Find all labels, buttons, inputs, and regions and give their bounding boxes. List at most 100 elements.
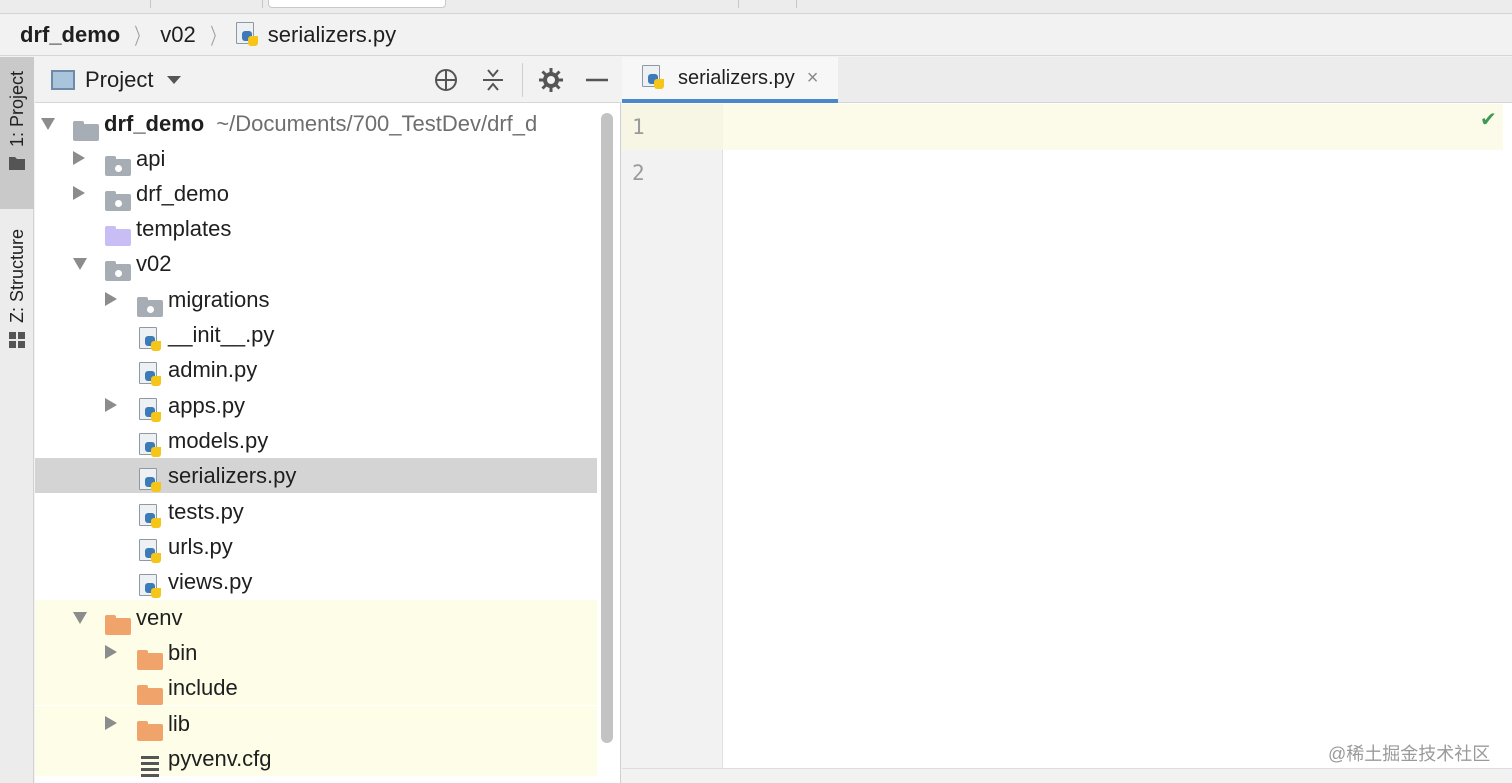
python-file-icon — [139, 503, 165, 530]
toolbar-separator — [796, 0, 797, 8]
toolbar-separator — [262, 0, 263, 8]
excluded-folder-icon — [105, 614, 131, 635]
python-file-icon — [642, 65, 668, 91]
tree-item-label: models.py — [168, 427, 269, 453]
tree-item-label: templates — [136, 215, 232, 241]
close-icon[interactable]: × — [807, 67, 819, 90]
tree-item-label: migrations — [168, 286, 270, 312]
collapse-arrow-icon[interactable] — [105, 398, 117, 412]
chevron-right-icon: 〉 — [134, 23, 148, 49]
run-config-selector[interactable] — [268, 0, 446, 8]
tree-item-label: admin.py — [168, 356, 258, 382]
tree-item[interactable]: templates — [35, 211, 597, 246]
breadcrumb-root[interactable]: drf_demo — [20, 22, 120, 48]
editor-area: serializers.py × 1 2 ✔ @稀土掘金技术社区 — [622, 57, 1512, 783]
line-number-gutter — [622, 104, 723, 768]
excluded-folder-icon — [137, 684, 163, 705]
python-file-icon — [139, 326, 165, 353]
tree-root-row[interactable]: drf_demo ~/Documents/700_TestDev/drf_d — [35, 106, 597, 141]
breadcrumb-file-label: serializers.py — [267, 21, 397, 47]
breadcrumb-folder[interactable]: v02 — [160, 22, 195, 48]
tree-item[interactable]: api — [35, 141, 597, 176]
current-line-highlight[interactable] — [723, 104, 1503, 150]
tree-item-excluded[interactable]: pyvenv.cfg — [35, 741, 597, 777]
breadcrumb-file[interactable]: serializers.py — [235, 21, 397, 48]
tree-scrollbar[interactable] — [601, 113, 613, 743]
package-folder-icon — [105, 190, 131, 211]
tree-item-excluded[interactable]: include — [35, 670, 597, 705]
python-file-icon — [139, 467, 165, 494]
tree-item-label: v02 — [136, 250, 172, 276]
tree-item-excluded[interactable]: bin — [35, 635, 597, 670]
python-file-icon — [139, 573, 165, 600]
python-file-icon — [139, 432, 165, 459]
collapse-arrow-icon[interactable] — [73, 186, 85, 200]
tree-item[interactable]: migrations — [35, 282, 597, 317]
collapse-arrow-icon[interactable] — [73, 151, 85, 165]
expand-arrow-icon[interactable] — [41, 118, 55, 130]
project-tool-button[interactable]: 1: Project — [0, 57, 34, 209]
folder-icon — [9, 157, 25, 171]
tree-item-excluded[interactable]: lib — [35, 706, 597, 741]
watermark: @稀土掘金技术社区 — [1328, 744, 1491, 764]
tree-item-label: urls.py — [168, 533, 233, 559]
tree-item[interactable]: drf_demo — [35, 176, 597, 211]
editor-tab-label: serializers.py — [678, 66, 795, 89]
header-separator — [522, 63, 523, 97]
collapse-all-icon[interactable] — [480, 67, 506, 93]
tree-item-label: api — [136, 145, 166, 171]
tree-item[interactable]: urls.py — [35, 529, 597, 564]
structure-icon — [9, 332, 25, 349]
editor-tab-bar: serializers.py × — [622, 57, 1512, 103]
line-number: 1 — [632, 115, 645, 139]
editor-tab-serializers[interactable]: serializers.py × — [622, 57, 838, 103]
tree-item-label: bin — [168, 639, 198, 665]
project-view-selector[interactable]: Project — [51, 66, 182, 93]
package-folder-icon — [137, 296, 163, 317]
tree-item-excluded[interactable]: venv — [35, 600, 597, 635]
expand-arrow-icon[interactable] — [73, 258, 87, 270]
excluded-folder-icon — [137, 649, 163, 670]
editor-horizontal-scrollbar[interactable] — [622, 768, 1512, 783]
scrollbar-thumb[interactable] — [601, 113, 613, 743]
tree-item-label: apps.py — [168, 392, 246, 418]
collapse-arrow-icon[interactable] — [105, 716, 117, 730]
toolbar-separator — [738, 0, 739, 8]
python-file-icon — [139, 538, 165, 565]
tree-item-label: lib — [168, 710, 191, 736]
python-file-icon — [139, 397, 165, 424]
python-file-icon — [235, 21, 262, 48]
locate-icon[interactable] — [433, 67, 459, 93]
tree-item-label: drf_demo — [136, 180, 229, 206]
top-toolbar — [0, 0, 1512, 14]
tree-item[interactable]: apps.py — [35, 388, 597, 423]
tree-item[interactable]: __init__.py — [35, 317, 597, 352]
structure-tool-label: Z: Structure — [6, 229, 27, 324]
excluded-folder-icon — [137, 720, 163, 741]
project-panel-title: Project — [85, 66, 154, 92]
tree-item[interactable]: tests.py — [35, 494, 597, 529]
chevron-down-icon — [167, 75, 182, 84]
tree-item-label: tests.py — [168, 498, 244, 524]
structure-tool-button[interactable]: Z: Structure — [0, 225, 34, 375]
tree-item[interactable]: models.py — [35, 423, 597, 458]
tree-item-label: __init__.py — [168, 321, 275, 347]
project-view-icon — [51, 69, 75, 90]
gear-icon[interactable] — [538, 67, 564, 93]
tree-root-path: ~/Documents/700_TestDev/drf_d — [216, 110, 538, 136]
tree-item[interactable]: admin.py — [35, 352, 597, 387]
inspection-ok-icon[interactable]: ✔ — [1480, 107, 1497, 132]
python-file-icon — [139, 361, 165, 388]
tree-item-label: views.py — [168, 568, 253, 594]
project-tree: drf_demo ~/Documents/700_TestDev/drf_d ap… — [35, 104, 597, 783]
tree-item[interactable]: views.py — [35, 564, 597, 599]
hide-icon[interactable] — [584, 67, 610, 93]
collapse-arrow-icon[interactable] — [105, 292, 117, 306]
expand-arrow-icon[interactable] — [73, 612, 87, 624]
tree-item-selected[interactable]: serializers.py — [35, 458, 597, 493]
collapse-arrow-icon[interactable] — [105, 645, 117, 659]
tree-item-label: pyvenv.cfg — [168, 745, 272, 771]
toolbar-separator — [150, 0, 151, 8]
tree-item[interactable]: v02 — [35, 246, 597, 281]
project-tool-label: 1: Project — [6, 71, 27, 148]
